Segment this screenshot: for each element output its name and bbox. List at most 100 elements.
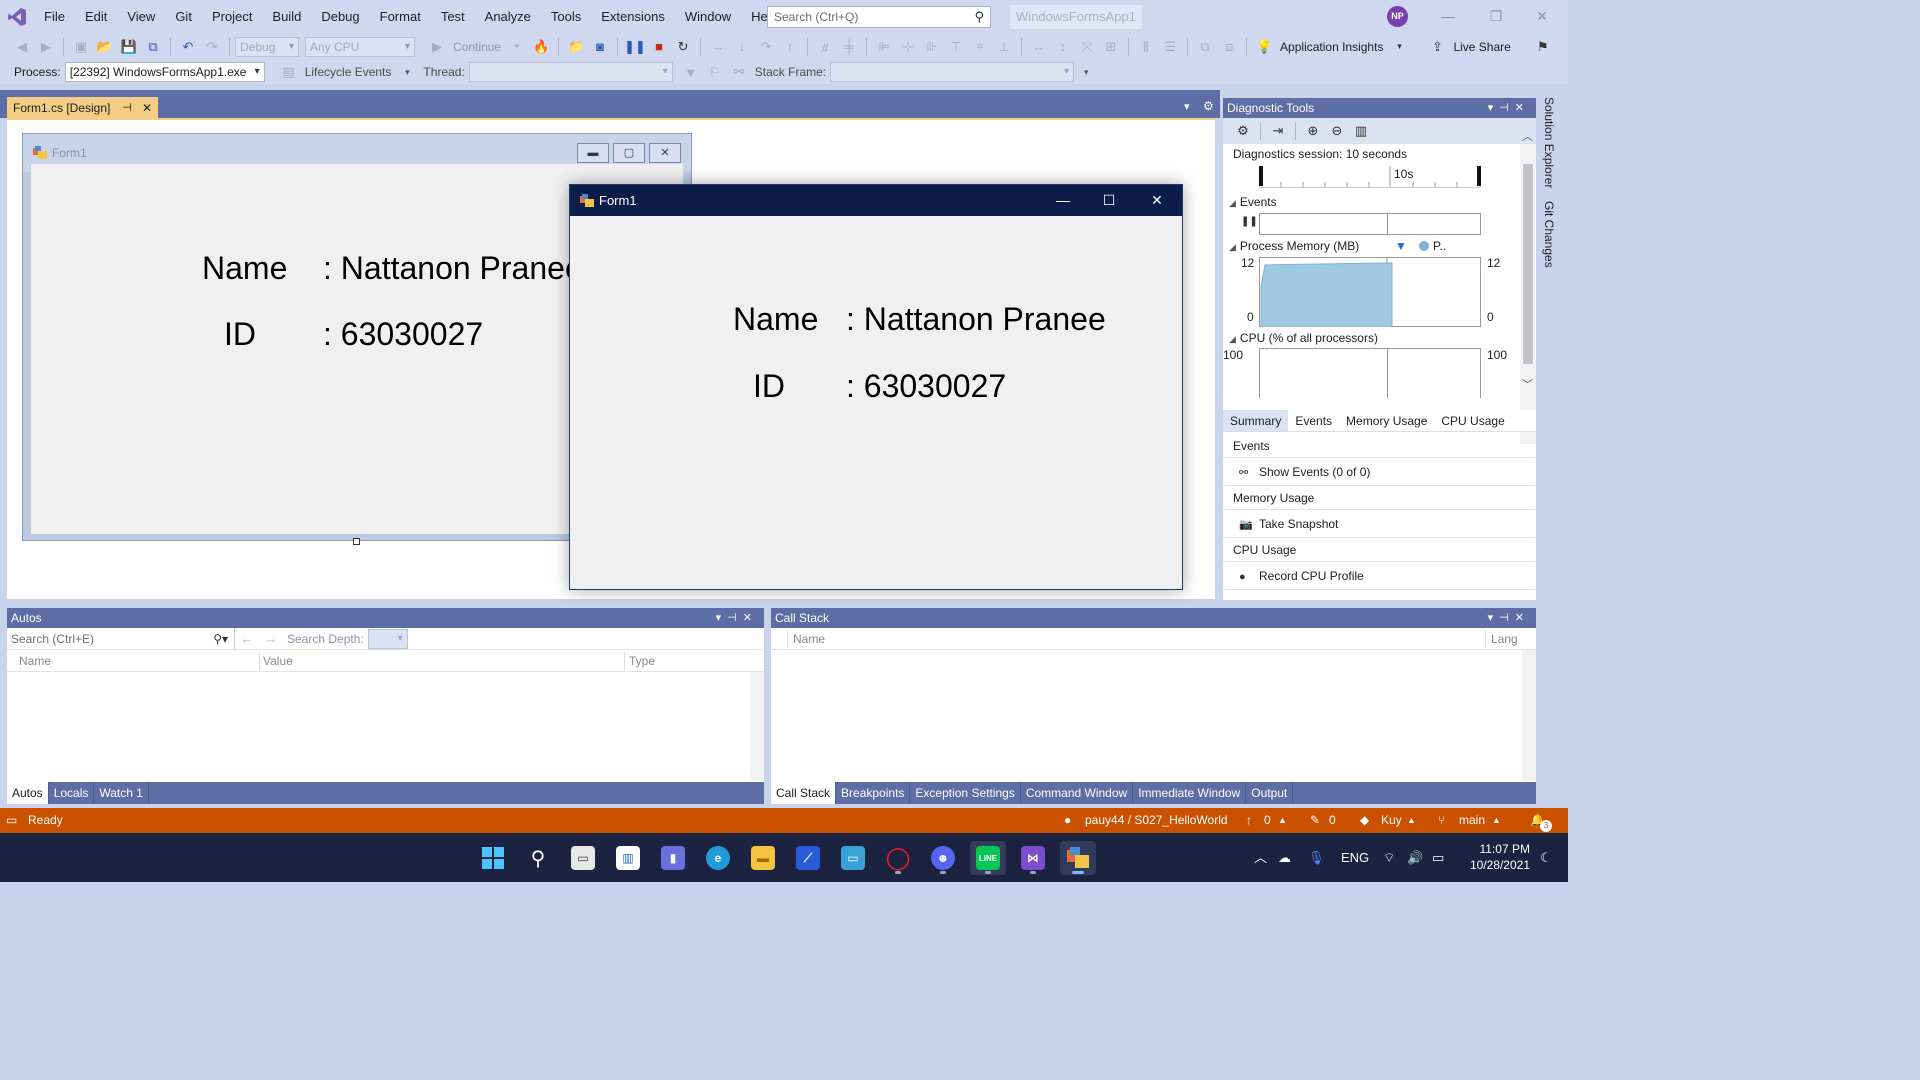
make-same-size-icon[interactable]: ⤧ [1077,37,1097,57]
menu-extensions[interactable]: Extensions [591,0,675,33]
menu-view[interactable]: View [117,0,165,33]
lifecycle-dropdown-icon[interactable]: ▾ [397,62,417,82]
col-name[interactable]: Name [19,654,51,668]
minimize-icon[interactable]: — [1040,185,1086,216]
stack-frame-select[interactable] [830,62,1075,82]
feedback-icon[interactable]: ⚑ [1533,37,1553,57]
volume-icon[interactable]: 🔊 [1407,833,1423,882]
tab-events[interactable]: Events [1288,410,1339,431]
menu-file[interactable]: File [34,0,75,33]
lifecycle-events-button[interactable]: Lifecycle Events [301,65,396,79]
close-icon[interactable]: ✕ [1515,102,1530,114]
close-icon[interactable]: ✕ [743,612,758,624]
scrollbar-thumb[interactable] [1523,164,1533,364]
search-depth-select[interactable] [367,628,408,649]
menu-window[interactable]: Window [675,0,741,33]
close-window-icon[interactable]: ✕ [1518,0,1566,33]
redo-icon[interactable]: ↷ [202,37,222,57]
pause-icon[interactable]: ❚❚ [1241,216,1258,227]
process-memory-section-header[interactable]: ◢ Process Memory (MB) ▼ P.. [1223,236,1536,256]
tab-exception-settings[interactable]: Exception Settings [910,782,1021,804]
save-icon[interactable]: 💾 [119,37,139,57]
pane-dropdown-icon[interactable]: ▾ [1488,612,1500,624]
tab-breakpoints[interactable]: Breakpoints [836,782,911,804]
navigate-back-icon[interactable]: ◀ [12,37,32,57]
configuration-select[interactable]: Debug [235,36,299,57]
tab-memory-usage[interactable]: Memory Usage [1339,410,1434,431]
align-middles-icon[interactable]: ⫩ [970,37,990,57]
restore-window-icon[interactable]: ❐ [1472,0,1520,33]
git-changes-tab[interactable]: Git Changes [1542,201,1556,268]
cpu-chart[interactable] [1259,348,1481,398]
send-to-back-icon[interactable]: ⧈ [1219,37,1239,57]
align-centers-icon[interactable]: ⊹ [898,37,918,57]
pin-icon[interactable]: ⊣ [1499,102,1515,114]
onedrive-cloud-icon[interactable]: ☁ [1278,833,1291,882]
menu-debug[interactable]: Debug [311,0,369,33]
memory-chart[interactable] [1259,257,1481,327]
timeline-ruler[interactable]: 10s [1259,164,1481,188]
align-lefts-icon[interactable]: ⊫ [874,37,894,57]
task-view-button[interactable]: ▭ [565,841,601,875]
microphone-icon[interactable]: 🎙 [1308,833,1325,882]
search-back-icon[interactable]: ← [237,629,257,649]
pending-changes-count[interactable]: 0 [1329,808,1336,833]
zoom-out-icon[interactable]: ⊖ [1327,121,1347,141]
menu-build[interactable]: Build [262,0,311,33]
menu-project[interactable]: Project [202,0,262,33]
vertical-spacing-icon[interactable]: ☰ [1160,37,1180,57]
running-form-window[interactable]: Form1 — ☐ ✕ Name : Nattanon Pranee ID : … [569,184,1183,590]
menu-tools[interactable]: Tools [541,0,591,33]
undo-icon[interactable]: ↶ [178,37,198,57]
branch-name[interactable]: main [1459,808,1485,833]
align-rights-icon[interactable]: ⊪ [922,37,942,57]
pin-icon[interactable]: ⊣ [122,101,132,114]
record-cpu-profile-button[interactable]: ● Record CPU Profile [1223,562,1536,590]
edge-browser-button[interactable]: e [700,841,736,875]
hex-display-icon[interactable]: ⧣ [815,37,835,57]
maximize-icon[interactable]: ☐ [1086,185,1132,216]
stop-debugging-icon[interactable]: ■ [649,37,669,57]
menu-edit[interactable]: Edit [75,0,117,33]
make-same-width-icon[interactable]: ↔ [1029,37,1049,57]
flag-threads-icon[interactable]: ⚐ [705,62,725,82]
start-button[interactable] [475,841,511,875]
widgets-button[interactable]: ▥ [610,841,646,875]
show-hidden-icons-icon[interactable]: ︿ [1254,833,1267,882]
save-all-icon[interactable]: ⧉ [143,37,163,57]
open-file-icon[interactable]: 📂 [95,37,115,57]
col-lang[interactable]: Lang [1491,632,1518,646]
layout-align-icon[interactable]: ╪ [839,37,859,57]
tab-output[interactable]: Output [1246,782,1294,804]
id-label[interactable]: ID [224,316,256,353]
menu-format[interactable]: Format [370,0,431,33]
pin-icon[interactable]: ⊣ [727,612,743,624]
col-value[interactable]: Value [263,654,293,668]
restart-icon[interactable]: ↻ [673,37,693,57]
tab-summary[interactable]: Summary [1223,410,1289,431]
step-out-icon[interactable]: ↑ [780,37,800,57]
name-label[interactable]: Name [202,250,287,287]
tab-form1-design[interactable]: Form1.cs [Design] ⊣ ✕ [7,97,159,118]
menu-analyze[interactable]: Analyze [475,0,541,33]
tab-call-stack[interactable]: Call Stack [771,782,837,804]
close-icon[interactable]: ✕ [1515,612,1530,624]
solution-explorer-tab[interactable]: Solution Explorer [1542,97,1556,188]
file-explorer-button[interactable]: ▬ [745,841,781,875]
new-project-icon[interactable]: ▣ [71,37,91,57]
avatar[interactable]: NP [1387,6,1408,27]
size-to-grid-icon[interactable]: ⊞ [1101,37,1121,57]
horizontal-spacing-icon[interactable]: ⫼ [1136,37,1156,57]
break-all-icon[interactable]: ❚❚ [624,37,646,57]
running-form-titlebar[interactable]: Form1 — ☐ ✕ [570,185,1182,216]
call-stack-scrollbar[interactable] [1522,650,1536,780]
filter-threads-icon[interactable]: ▼ [681,62,701,82]
name-value-label[interactable]: : Nattanon Pranee [323,250,583,287]
minimize-window-icon[interactable]: — [1424,0,1472,33]
cpu-section-header[interactable]: ◢ CPU (% of all processors) [1223,328,1536,348]
toolbar-overflow-icon[interactable]: ▾ [1076,62,1096,82]
repo-user[interactable]: Kuy [1381,808,1402,833]
continue-dropdown-icon[interactable]: ▾ [507,37,527,57]
teams-chat-button[interactable]: ▮ [655,841,691,875]
screenshot-icon[interactable]: ◙ [590,37,610,57]
